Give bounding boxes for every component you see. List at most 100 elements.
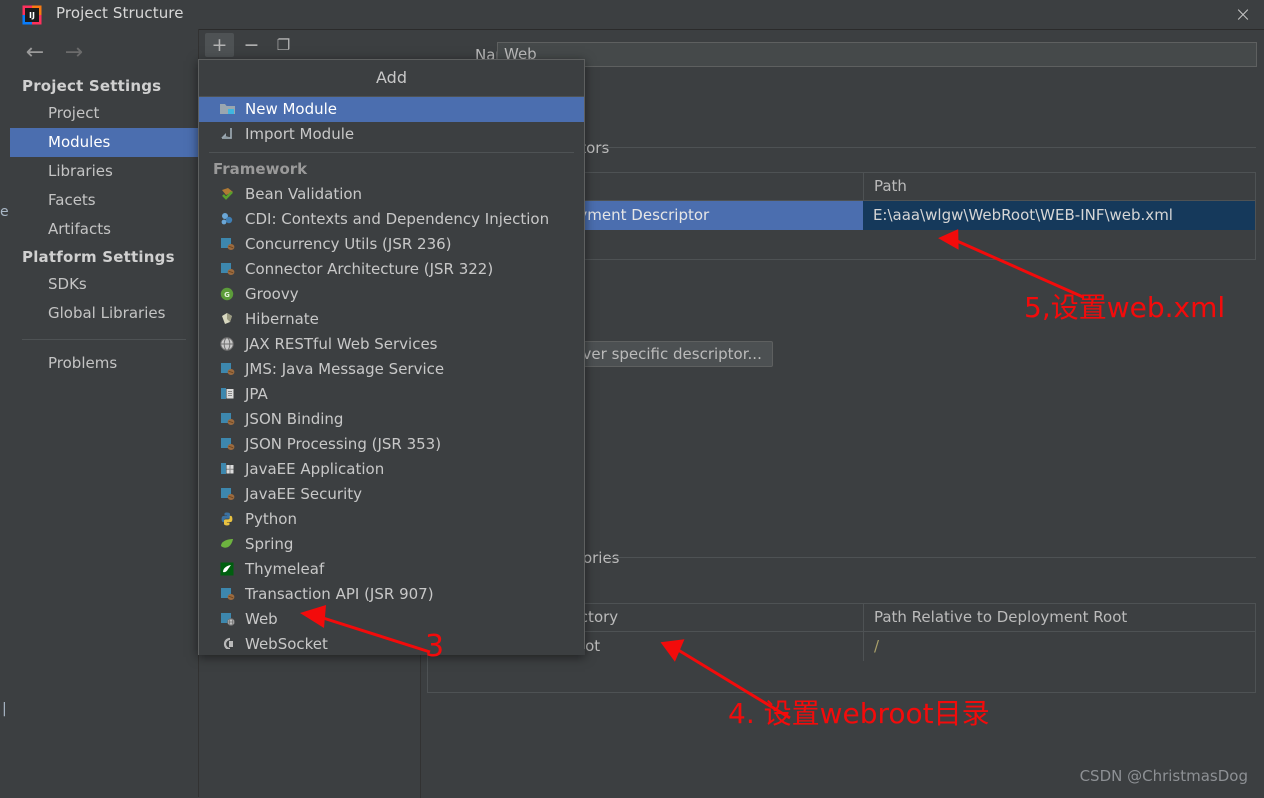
menu-item-label: Concurrency Utils (JSR 236)	[245, 232, 452, 257]
cdi-icon	[219, 211, 245, 229]
menu-item-label: JSON Processing (JSR 353)	[245, 432, 441, 457]
python-icon	[219, 511, 245, 529]
sidebar-item-libraries[interactable]: Libraries	[10, 157, 198, 186]
hibernate-icon	[219, 311, 245, 329]
window-title: Project Structure	[56, 4, 184, 22]
sidebar-item-sdks[interactable]: SDKs	[10, 270, 198, 299]
javaee-bean-icon	[219, 436, 245, 454]
menu-item-jpa[interactable]: JPA	[199, 382, 584, 407]
menu-item-connector-architecture[interactable]: Connector Architecture (JSR 322)	[199, 257, 584, 282]
menu-item-groovy[interactable]: G Groovy	[199, 282, 584, 307]
sidebar-divider	[22, 339, 186, 340]
column-header-relative-path[interactable]: Path Relative to Deployment Root	[863, 604, 1255, 631]
menu-item-web[interactable]: Web	[199, 607, 584, 632]
copy-button[interactable]: ❐	[269, 33, 298, 57]
title-bar: IJ Project Structure ×	[0, 0, 1264, 30]
sidebar-item-facets[interactable]: Facets	[10, 186, 198, 215]
new-module-folder-icon	[219, 101, 245, 119]
javaee-bean-icon	[219, 361, 245, 379]
menu-item-import-module[interactable]: Import Module	[199, 122, 584, 147]
menu-item-transaction-api[interactable]: Transaction API (JSR 907)	[199, 582, 584, 607]
menu-item-label: Connector Architecture (JSR 322)	[245, 257, 493, 282]
sidebar-item-global-libraries[interactable]: Global Libraries	[10, 299, 198, 328]
background-text-fragment-1: e	[0, 204, 9, 220]
menu-divider	[209, 152, 574, 153]
javaee-bean-icon	[219, 411, 245, 429]
sidebar-item-problems[interactable]: Problems	[10, 349, 198, 378]
groovy-icon: G	[219, 286, 245, 304]
menu-item-new-module[interactable]: New Module	[199, 97, 584, 122]
sidebar-group-platform-settings: Platform Settings	[10, 244, 198, 270]
menu-item-hibernate[interactable]: Hibernate	[199, 307, 584, 332]
menu-group-framework: Framework	[199, 156, 584, 182]
menu-item-label: Web	[245, 607, 278, 632]
menu-item-label: CDI: Contexts and Dependency Injection	[245, 207, 549, 232]
menu-item-jax-restful-web-services[interactable]: JAX RESTful Web Services	[199, 332, 584, 357]
menu-item-thymeleaf[interactable]: Thymeleaf	[199, 557, 584, 582]
menu-item-concurrency-utils[interactable]: Concurrency Utils (JSR 236)	[199, 232, 584, 257]
javaee-bean-icon	[219, 261, 245, 279]
popup-title: Add	[199, 60, 584, 97]
sidebar-item-modules[interactable]: Modules	[10, 128, 198, 157]
menu-item-bean-validation[interactable]: Bean Validation	[199, 182, 584, 207]
menu-item-python[interactable]: Python	[199, 507, 584, 532]
section-rule	[601, 147, 1256, 148]
javaee-bean-icon	[219, 586, 245, 604]
menu-item-label: Spring	[245, 532, 293, 557]
javaee-app-icon	[219, 461, 245, 479]
menu-item-label: Groovy	[245, 282, 299, 307]
web-globe-icon	[219, 611, 245, 629]
menu-item-label: Transaction API (JSR 907)	[245, 582, 434, 607]
menu-item-javaee-application[interactable]: JavaEE Application	[199, 457, 584, 482]
column-header-path[interactable]: Path	[863, 173, 1255, 200]
descriptor-path-cell[interactable]: E:\aaa\wlgw\WebRoot\WEB-INF\web.xml	[863, 201, 1255, 230]
menu-item-label: JMS: Java Message Service	[245, 357, 444, 382]
sidebar-group-project-settings: Project Settings	[10, 73, 198, 99]
modules-toolbar: + − ❐	[199, 30, 420, 59]
back-arrow-icon[interactable]: ←	[18, 39, 52, 67]
menu-item-label: JavaEE Application	[245, 457, 384, 482]
menu-item-cdi[interactable]: CDI: Contexts and Dependency Injection	[199, 207, 584, 232]
background-text-fragment-2: |	[2, 701, 7, 717]
menu-item-spring[interactable]: Spring	[199, 532, 584, 557]
menu-item-label: Import Module	[245, 122, 354, 147]
close-icon[interactable]: ×	[1230, 3, 1256, 25]
add-button[interactable]: +	[205, 33, 234, 57]
menu-item-label: JPA	[245, 382, 268, 407]
menu-item-label: JAX RESTful Web Services	[245, 332, 438, 357]
remove-button[interactable]: −	[237, 33, 266, 57]
bean-validation-icon	[219, 186, 245, 204]
thymeleaf-icon	[219, 561, 245, 579]
import-module-icon	[219, 126, 245, 144]
jpa-icon	[219, 386, 245, 404]
sidebar-item-project[interactable]: Project	[10, 99, 198, 128]
watermark: CSDN @ChristmasDog	[1080, 767, 1248, 785]
navigation-arrows: ← →	[18, 39, 91, 67]
menu-item-label: Hibernate	[245, 307, 319, 332]
menu-item-label: New Module	[245, 97, 337, 122]
menu-item-label: Python	[245, 507, 297, 532]
sidebar-item-artifacts[interactable]: Artifacts	[10, 215, 198, 244]
settings-sidebar: ← → Project Settings Project Modules Lib…	[10, 29, 199, 797]
add-popup-menu: Add New Module Import Module Framework	[198, 59, 585, 655]
menu-item-json-processing[interactable]: JSON Processing (JSR 353)	[199, 432, 584, 457]
menu-item-jms[interactable]: JMS: Java Message Service	[199, 357, 584, 382]
popup-scrollbar[interactable]	[199, 649, 585, 655]
menu-item-label: JSON Binding	[245, 407, 343, 432]
menu-item-javaee-security[interactable]: JavaEE Security	[199, 482, 584, 507]
svg-text:G: G	[224, 291, 230, 299]
jaxrs-globe-icon	[219, 336, 245, 354]
menu-item-label: Bean Validation	[245, 182, 362, 207]
module-name-input[interactable]: Web	[497, 42, 1257, 67]
intellij-idea-icon: IJ	[22, 5, 42, 25]
spring-leaf-icon	[219, 536, 245, 554]
section-rule-2	[606, 557, 1256, 558]
menu-item-label: JavaEE Security	[245, 482, 362, 507]
javaee-bean-icon	[219, 486, 245, 504]
menu-item-label: Thymeleaf	[245, 557, 324, 582]
javaee-bean-icon	[219, 236, 245, 254]
menu-item-json-binding[interactable]: JSON Binding	[199, 407, 584, 432]
svg-text:IJ: IJ	[29, 11, 35, 20]
relative-path-cell[interactable]: /	[863, 632, 1255, 661]
forward-arrow-icon[interactable]: →	[57, 39, 91, 67]
